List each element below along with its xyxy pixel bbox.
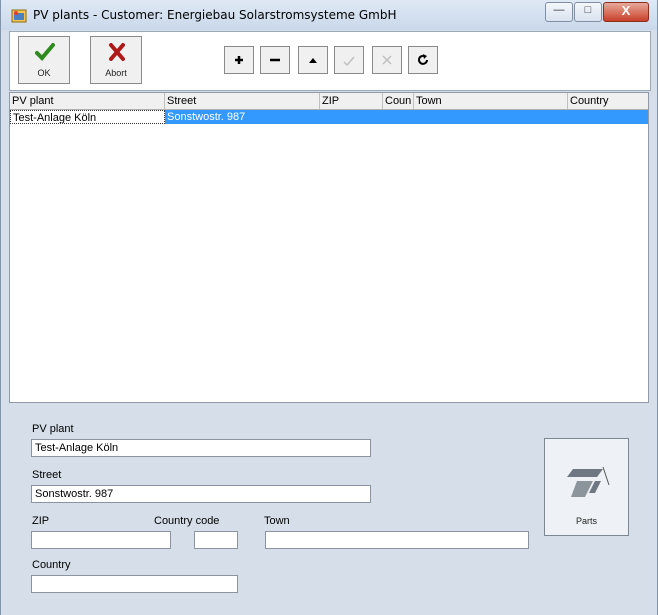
- move-up-button[interactable]: [298, 46, 328, 74]
- pv-plant-label: PV plant: [32, 423, 74, 435]
- zip-label: ZIP: [32, 515, 50, 527]
- abort-x-icon: [109, 43, 125, 61]
- close-icon: X: [621, 3, 631, 18]
- street-label: Street: [32, 469, 62, 481]
- country-field[interactable]: [31, 575, 238, 593]
- town-label: Town: [264, 515, 290, 527]
- remove-button[interactable]: [260, 46, 290, 74]
- confirm-icon: [343, 56, 355, 67]
- street-field[interactable]: Sonstwostr. 987: [31, 485, 371, 503]
- cell-zip: [320, 110, 383, 124]
- town-field[interactable]: [265, 531, 529, 549]
- abort-button[interactable]: Abort: [90, 36, 142, 84]
- parts-label: Parts: [575, 516, 597, 526]
- maximize-button[interactable]: □: [574, 2, 602, 22]
- column-header-zip[interactable]: ZIP: [320, 93, 383, 109]
- minimize-button[interactable]: —: [545, 2, 573, 22]
- zip-field[interactable]: [31, 531, 171, 549]
- cell-town: [414, 110, 568, 124]
- column-header-country-code[interactable]: Coun: [383, 93, 414, 109]
- close-button[interactable]: X: [603, 2, 649, 22]
- country-code-field[interactable]: [194, 531, 238, 549]
- pv-plant-field[interactable]: Test-Anlage Köln: [31, 439, 371, 457]
- maximize-icon: □: [584, 4, 592, 16]
- table-header: PV plant Street ZIP Coun Town Country: [10, 93, 648, 110]
- column-header-pv-plant[interactable]: PV plant: [10, 93, 165, 109]
- cell-country: [568, 110, 648, 124]
- confirm-edit-button[interactable]: [334, 46, 364, 74]
- cell-country-code: [383, 110, 414, 124]
- column-header-town[interactable]: Town: [414, 93, 568, 109]
- add-button[interactable]: [224, 46, 254, 74]
- table-row[interactable]: Test-Anlage Köln Sonstwostr. 987: [10, 110, 648, 124]
- app-icon: [11, 9, 27, 23]
- move-up-icon: [309, 58, 317, 63]
- parts-logo-icon: [567, 466, 610, 497]
- ok-button[interactable]: OK: [18, 36, 70, 84]
- minimize-icon: —: [553, 4, 565, 16]
- cancel-icon: [382, 55, 392, 65]
- window-controls: — □ X: [544, 2, 649, 22]
- cell-street: Sonstwostr. 987: [165, 110, 320, 124]
- cell-pv-plant: Test-Anlage Köln: [10, 110, 165, 124]
- refresh-icon: [418, 54, 428, 65]
- column-header-street[interactable]: Street: [165, 93, 320, 109]
- remove-icon: [270, 58, 280, 62]
- checkmark-icon: [35, 43, 55, 61]
- pv-plants-window: PV plants - Customer: Energiebau Solarst…: [0, 0, 658, 615]
- window-title: PV plants - Customer: Energiebau Solarst…: [33, 8, 397, 22]
- ok-label: OK: [37, 68, 51, 78]
- detail-panel: PV plant Test-Anlage Köln Street Sonstwo…: [9, 405, 649, 610]
- country-label: Country: [32, 559, 71, 571]
- abort-label: Abort: [105, 68, 127, 78]
- pv-plants-table[interactable]: PV plant Street ZIP Coun Town Country Te…: [9, 92, 649, 403]
- title-bar[interactable]: PV plants - Customer: Energiebau Solarst…: [1, 0, 657, 30]
- country-code-label: Country code: [154, 515, 220, 527]
- cancel-edit-button[interactable]: [372, 46, 402, 74]
- toolbar: OK Abort: [9, 31, 651, 91]
- add-icon: [235, 56, 243, 64]
- parts-button[interactable]: Parts: [544, 438, 629, 536]
- refresh-button[interactable]: [408, 46, 438, 74]
- column-header-country[interactable]: Country: [568, 93, 648, 109]
